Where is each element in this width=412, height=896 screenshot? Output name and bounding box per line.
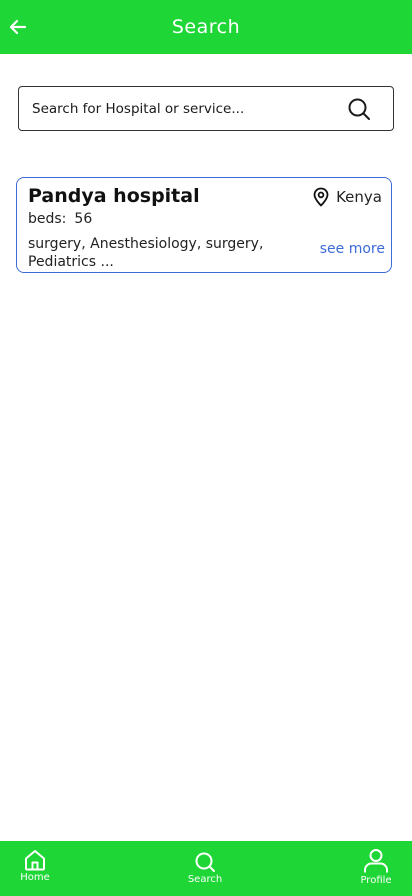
beds-label: beds:	[28, 211, 67, 227]
user-icon	[364, 849, 388, 873]
search-icon	[195, 852, 215, 872]
search-input[interactable]	[32, 100, 345, 117]
beds-value: 56	[74, 211, 93, 227]
app-header: Search	[0, 0, 412, 54]
hospital-location-label: Kenya	[336, 188, 382, 206]
nav-profile-label: Profile	[360, 875, 392, 886]
hospital-location: Kenya	[312, 187, 382, 207]
hospital-services: surgery, Anesthesiology, surgery, Pediat…	[28, 236, 264, 270]
nav-home-label: Home	[20, 872, 50, 883]
bottom-navigation: Home Search Profile	[0, 841, 412, 896]
home-icon	[25, 850, 45, 871]
see-more-link[interactable]: see more	[320, 241, 385, 257]
nav-profile[interactable]: Profile	[356, 848, 396, 886]
page-title: Search	[171, 16, 241, 38]
hospital-card[interactable]: Pandya hospital Kenya beds: 56 surgery, A…	[16, 177, 392, 273]
hospital-beds: beds: 56	[28, 211, 92, 227]
nav-search[interactable]: Search	[186, 851, 224, 885]
nav-search-label: Search	[187, 874, 223, 885]
search-button[interactable]	[345, 95, 373, 123]
app-screen: Search Pandya hospital Kenya beds: 56 sur…	[0, 0, 412, 896]
search-bar	[18, 86, 394, 131]
arrow-left-icon	[9, 19, 27, 35]
hospital-name: Pandya hospital	[28, 185, 200, 207]
nav-home[interactable]: Home	[17, 849, 53, 883]
back-button[interactable]	[4, 13, 32, 41]
search-icon	[348, 98, 370, 120]
map-pin-icon	[313, 187, 329, 207]
